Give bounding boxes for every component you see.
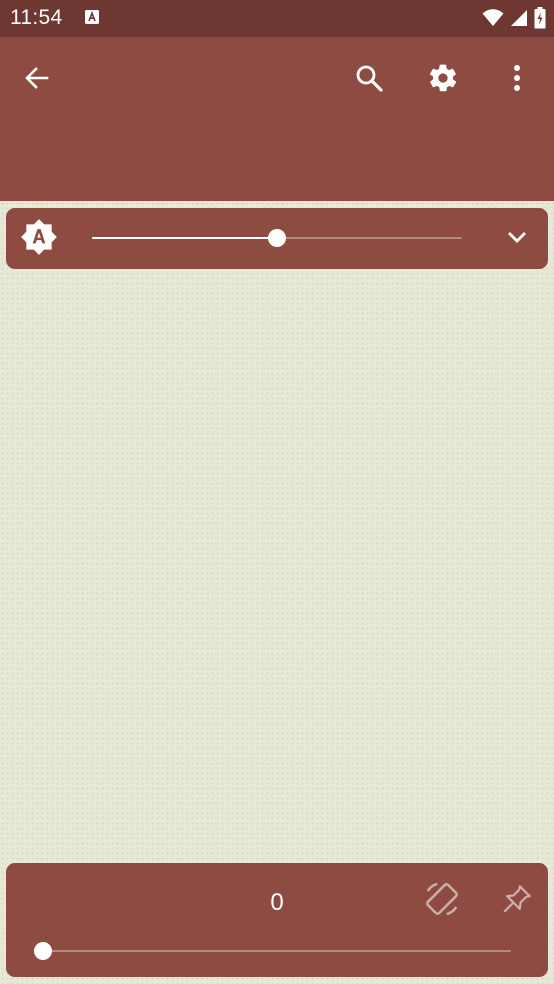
page-number: 0 <box>270 889 284 916</box>
chevron-down-icon <box>506 230 528 249</box>
brightness-auto-icon <box>20 218 58 261</box>
more-vert-icon <box>513 64 521 97</box>
brightness-slider[interactable] <box>92 229 462 247</box>
signal-icon <box>510 9 528 32</box>
status-bar: 11:54 <box>0 0 554 37</box>
font-a-icon <box>84 9 100 30</box>
auto-brightness-button[interactable] <box>19 218 59 261</box>
wifi-icon <box>482 9 504 32</box>
search-icon <box>354 63 384 98</box>
rotate-button[interactable] <box>420 879 464 923</box>
collapse-button[interactable] <box>502 224 532 254</box>
brightness-slider-thumb[interactable] <box>268 229 286 247</box>
bottom-panel: 0 <box>6 863 548 977</box>
screen-rotation-icon <box>423 880 461 923</box>
gear-icon <box>427 62 459 99</box>
settings-button[interactable] <box>421 58 465 102</box>
brightness-slider-fill <box>92 237 277 239</box>
back-button[interactable] <box>15 58 59 102</box>
more-options-button[interactable] <box>495 58 539 102</box>
battery-charging-icon <box>534 7 546 34</box>
back-arrow-icon <box>23 64 51 97</box>
page-slider[interactable] <box>34 942 511 960</box>
search-button[interactable] <box>347 58 391 102</box>
page-slider-thumb[interactable] <box>34 942 52 960</box>
app-bar <box>0 37 554 201</box>
brightness-panel <box>6 208 548 269</box>
pin-button[interactable] <box>495 879 539 923</box>
status-time: 11:54 <box>10 6 63 29</box>
pin-icon <box>500 882 534 921</box>
